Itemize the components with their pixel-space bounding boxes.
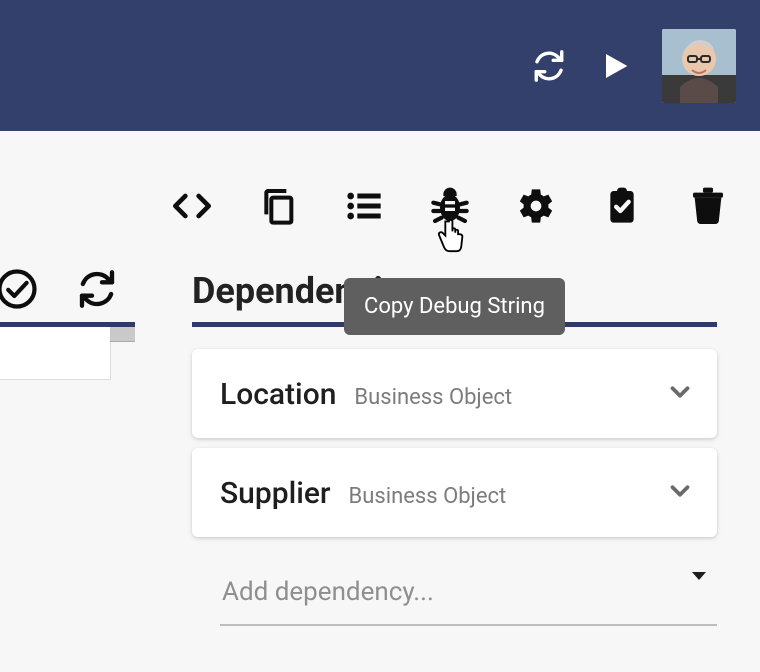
chevron-down-icon[interactable] xyxy=(665,476,695,510)
copy-icon[interactable] xyxy=(258,186,298,226)
dependency-list: Location Business Object Supplier Busine… xyxy=(192,349,717,537)
trash-icon[interactable] xyxy=(688,186,728,226)
tab-refresh-icon[interactable] xyxy=(76,268,118,310)
dependency-card[interactable]: Location Business Object xyxy=(192,349,717,438)
code-icon[interactable] xyxy=(172,186,212,226)
add-dependency-input[interactable] xyxy=(220,576,717,608)
caret-down-icon[interactable] xyxy=(687,564,711,592)
left-tab-strip xyxy=(0,268,118,310)
editor-toolbar xyxy=(172,186,728,226)
dependency-type: Business Object xyxy=(349,484,507,509)
play-icon[interactable] xyxy=(598,50,630,82)
chevron-down-icon[interactable] xyxy=(665,377,695,411)
dependency-name: Supplier xyxy=(220,476,331,511)
dependency-card[interactable]: Supplier Business Object xyxy=(192,448,717,537)
debug-icon[interactable] xyxy=(430,186,470,226)
tooltip: Copy Debug String xyxy=(344,278,565,335)
left-panel-scrollbar[interactable] xyxy=(110,327,135,342)
tab-validate-icon[interactable] xyxy=(0,268,38,310)
dependency-type: Business Object xyxy=(354,385,512,410)
dependency-name: Location xyxy=(220,377,336,412)
app-header xyxy=(0,0,760,131)
refresh-icon[interactable] xyxy=(532,49,566,83)
avatar[interactable] xyxy=(662,29,736,103)
add-dependency-field[interactable] xyxy=(220,564,717,626)
clipboard-check-icon[interactable] xyxy=(602,186,642,226)
gear-icon[interactable] xyxy=(516,186,556,226)
list-icon[interactable] xyxy=(344,186,384,226)
left-panel xyxy=(0,327,111,380)
